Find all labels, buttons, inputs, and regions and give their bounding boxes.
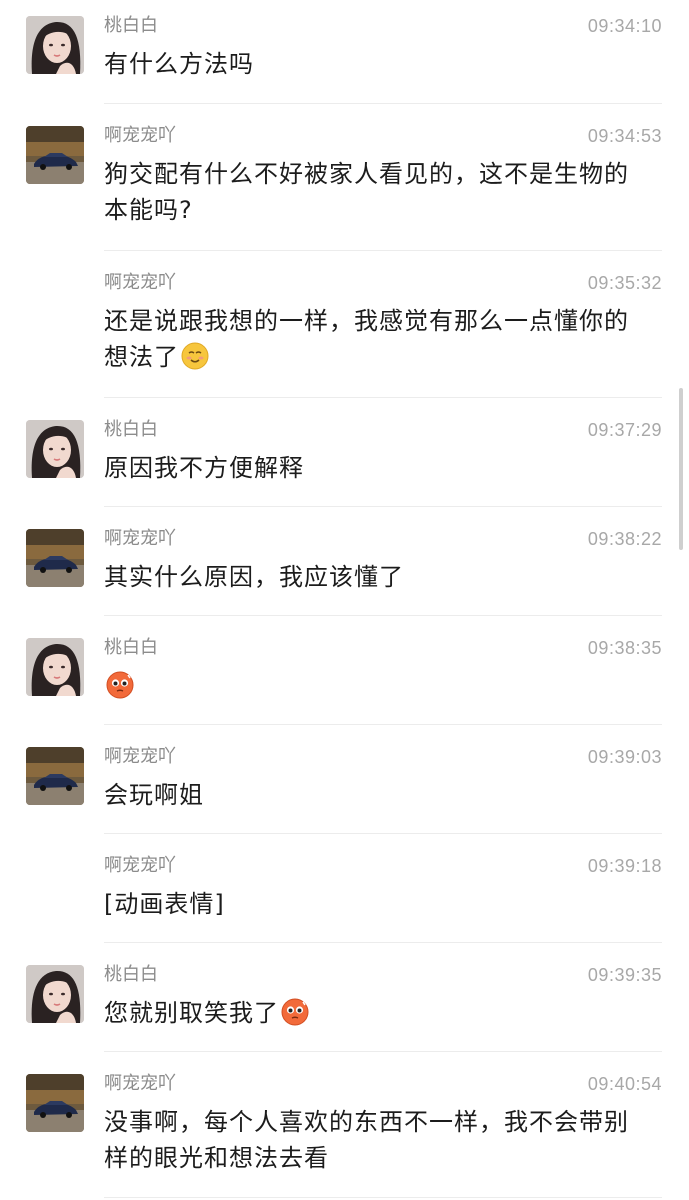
girl-avatar-image <box>26 16 84 74</box>
avatar-taobaibai[interactable] <box>26 965 84 1023</box>
message-line: 有什么方法吗 <box>104 50 254 78</box>
message-divider <box>104 615 662 616</box>
message-timestamp: 09:39:03 <box>587 747 662 767</box>
sender-name[interactable]: 啊宠宠吖 <box>104 124 176 148</box>
message-timestamp: 09:34:10 <box>587 16 662 36</box>
message-timestamp: 09:35:32 <box>587 273 662 293</box>
avatar-achongchongya[interactable] <box>26 126 84 184</box>
message-divider <box>104 250 662 251</box>
sender-name[interactable]: 啊宠宠吖 <box>104 527 176 551</box>
message-text: 会玩啊姐 <box>104 777 659 813</box>
message-timestamp: 09:38:22 <box>587 529 662 549</box>
message-divider <box>104 103 662 104</box>
smile-face-emoji <box>181 342 209 370</box>
car-avatar-image <box>26 747 84 805</box>
girl-avatar-image <box>26 638 84 696</box>
car-avatar-image <box>26 126 84 184</box>
message-text: 原因我不方便解释 <box>104 450 659 486</box>
message-divider <box>104 506 662 507</box>
message-line <box>104 668 659 704</box>
sender-name[interactable]: 啊宠宠吖 <box>104 854 176 878</box>
message-line: 还是说跟我想的一样，我感觉有那么一点懂你的 <box>104 307 629 335</box>
car-avatar-image <box>26 529 84 587</box>
message-timestamp: 09:39:18 <box>587 856 662 876</box>
message-line: 原因我不方便解释 <box>104 454 304 482</box>
message-line: 会玩啊姐 <box>104 781 204 809</box>
message-divider <box>104 942 662 943</box>
blush-face-emoji <box>281 998 309 1026</box>
scrollbar[interactable] <box>679 388 683 550</box>
message-timestamp: 09:38:35 <box>587 638 662 658</box>
message-timestamp: 09:34:53 <box>587 126 662 146</box>
message-line: 其实什么原因，我应该懂了 <box>104 563 404 591</box>
car-avatar-image <box>26 1074 84 1132</box>
avatar-achongchongya[interactable] <box>26 529 84 587</box>
avatar-taobaibai[interactable] <box>26 420 84 478</box>
message-divider <box>104 397 662 398</box>
sender-name[interactable]: 桃白白 <box>104 14 158 38</box>
sender-name[interactable]: 啊宠宠吖 <box>104 271 176 295</box>
avatar-taobaibai[interactable] <box>26 638 84 696</box>
avatar-achongchongya[interactable] <box>26 747 84 805</box>
sender-name[interactable]: 桃白白 <box>104 963 158 987</box>
message-line: 没事啊，每个人喜欢的东西不一样，我不会带别 <box>104 1108 629 1136</box>
blush-face-emoji <box>106 671 134 699</box>
message-line: 您就别取笑我了 <box>104 995 659 1031</box>
message-line: 样的眼光和想法去看 <box>104 1144 329 1172</box>
girl-avatar-image <box>26 420 84 478</box>
message-text <box>104 668 659 704</box>
message-timestamp: 09:37:29 <box>587 420 662 440</box>
message-text: 有什么方法吗 <box>104 46 659 82</box>
message-divider <box>104 833 662 834</box>
sender-name[interactable]: 桃白白 <box>104 418 158 442</box>
message-line: 本能吗? <box>104 196 193 224</box>
message-line: 狗交配有什么不好被家人看见的，这不是生物的 <box>104 160 629 188</box>
message-text: 没事啊，每个人喜欢的东西不一样，我不会带别 样的眼光和想法去看 <box>104 1104 659 1176</box>
message-timestamp: 09:40:54 <box>587 1074 662 1094</box>
message-text: 其实什么原因，我应该懂了 <box>104 559 659 595</box>
message-timestamp: 09:39:35 <box>587 965 662 985</box>
sender-name[interactable]: 桃白白 <box>104 636 158 660</box>
girl-avatar-image <box>26 965 84 1023</box>
sender-name[interactable]: 啊宠宠吖 <box>104 1072 176 1096</box>
avatar-achongchongya[interactable] <box>26 1074 84 1132</box>
message-line: 想法了 <box>104 339 659 375</box>
message-text: 您就别取笑我了 <box>104 995 659 1031</box>
message-divider <box>104 1197 662 1198</box>
message-text: 还是说跟我想的一样，我感觉有那么一点懂你的想法了 <box>104 303 659 375</box>
sender-name[interactable]: 啊宠宠吖 <box>104 745 176 769</box>
message-divider <box>104 724 662 725</box>
message-text: 狗交配有什么不好被家人看见的，这不是生物的 本能吗? <box>104 156 659 228</box>
message-divider <box>104 1051 662 1052</box>
avatar-taobaibai[interactable] <box>26 16 84 74</box>
message-line: [动画表情] <box>104 890 225 918</box>
message-text: [动画表情] <box>104 886 659 922</box>
chat-message-list[interactable]: 桃白白 09:34:10 有什么方法吗啊宠宠吖 09:34:53 狗交配有什么不好被家人… <box>0 0 689 1200</box>
